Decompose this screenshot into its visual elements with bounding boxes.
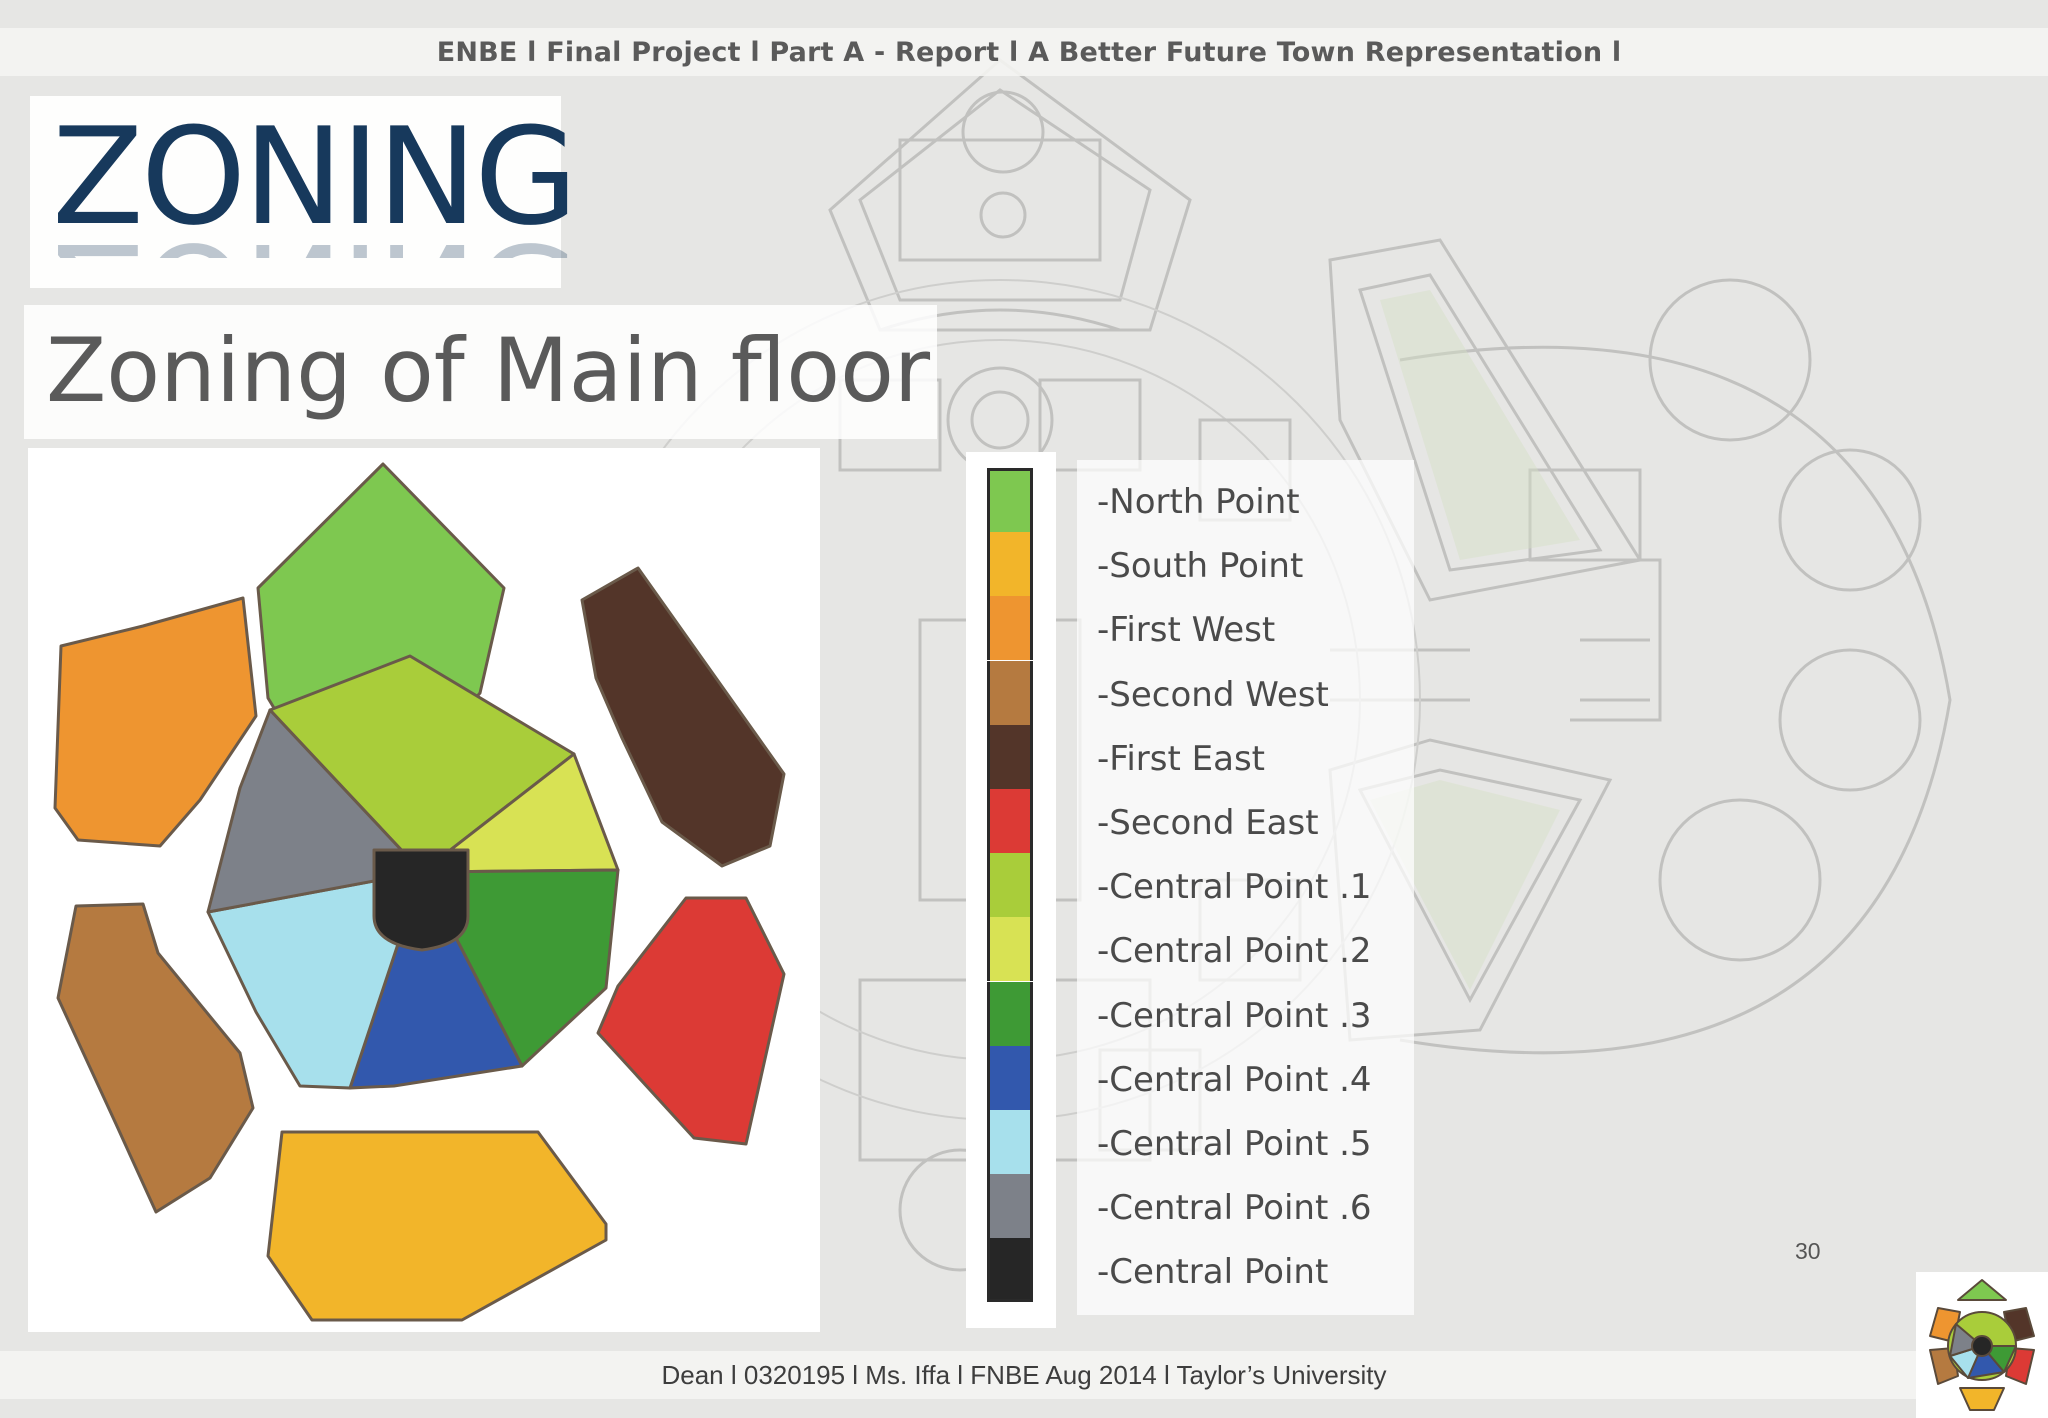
legend-swatch <box>987 532 1033 597</box>
legend-label: -Second West <box>1097 674 1329 715</box>
legend-label: -Central Point .3 <box>1097 995 1372 1036</box>
legend-label: -Central Point .1 <box>1097 867 1372 908</box>
page-number: 30 <box>1795 1238 1821 1264</box>
legend-swatch <box>987 1110 1033 1174</box>
legend-swatch <box>987 1045 1033 1110</box>
zoning-diagram-drawing <box>53 462 786 1322</box>
legend-swatch <box>987 981 1033 1046</box>
legend-label: -Central Point .5 <box>1097 1124 1372 1164</box>
legend-swatch <box>987 596 1033 661</box>
zone-first-east <box>580 566 786 868</box>
zone-first-west <box>53 596 258 848</box>
legend-swatch <box>987 1238 1033 1303</box>
legend-label: -Central Point .6 <box>1097 1188 1372 1229</box>
legend-color-strip <box>966 452 1056 1328</box>
legend-label: -Central Point .2 <box>1097 931 1372 972</box>
zone-south-point <box>266 1130 608 1322</box>
legend-label: -South Point <box>1097 546 1304 587</box>
page-title-reflection-text: ZONING <box>52 224 575 258</box>
logo-emblem-icon <box>1929 1279 2035 1411</box>
legend-swatch <box>987 468 1033 532</box>
legend-label: -Central Point .4 <box>1097 1059 1372 1100</box>
page-title-reflection: ZONING <box>52 224 575 258</box>
legend-label: -First West <box>1097 610 1276 651</box>
legend-swatch <box>987 660 1033 725</box>
subtitle-box: Zoning of Main floor <box>24 305 937 439</box>
university-logo <box>1916 1272 2048 1418</box>
header-text: ENBE l Final Project l Part A - Report l… <box>436 36 1622 68</box>
zoning-diagram <box>28 448 820 1332</box>
legend-swatch <box>987 917 1033 982</box>
legend-labels: -North Point -South Point -First West -Seco… <box>1077 460 1414 1315</box>
footer-band: Dean l 0320195 l Ms. Iffa l FNBE Aug 201… <box>0 1351 2048 1399</box>
legend-swatch <box>987 853 1033 918</box>
legend-label: -North Point <box>1097 482 1300 522</box>
legend-label: -Second East <box>1097 803 1319 843</box>
title-box: ZONING ZONING <box>30 96 578 288</box>
legend-swatch <box>987 789 1033 853</box>
legend-label: -First East <box>1097 738 1265 779</box>
legend-swatch <box>987 1174 1033 1239</box>
page-subtitle: Zoning of Main floor <box>46 319 931 422</box>
legend-swatch <box>987 724 1033 789</box>
header-band: ENBE l Final Project l Part A - Report l… <box>0 28 2048 76</box>
footer-text: Dean l 0320195 l Ms. Iffa l FNBE Aug 201… <box>661 1359 1387 1390</box>
zone-second-west <box>56 902 255 1214</box>
zone-central-point <box>372 848 470 952</box>
zone-second-east <box>596 896 786 1146</box>
legend-label: -Central Point <box>1097 1252 1329 1293</box>
